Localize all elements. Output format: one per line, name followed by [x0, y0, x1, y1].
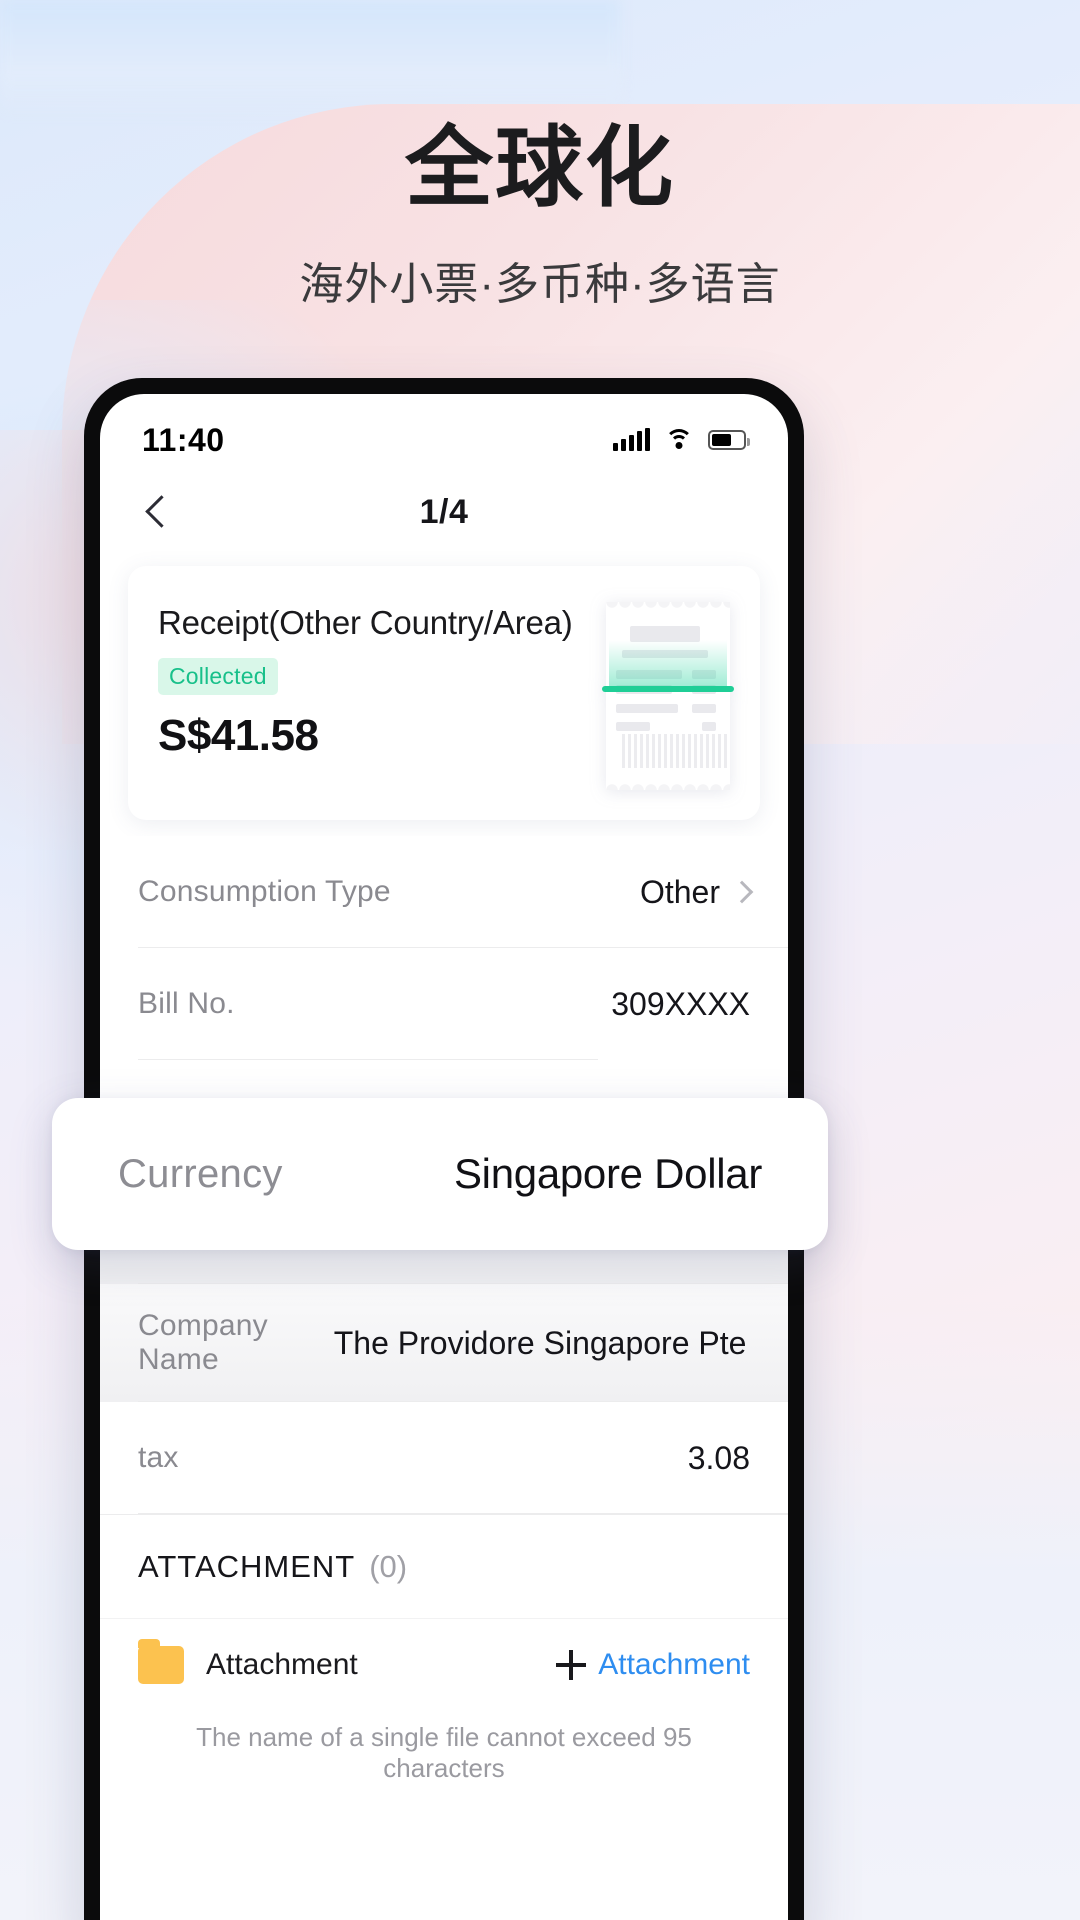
wifi-icon: [664, 429, 694, 451]
detail-value-wrap: 309XXXX: [611, 986, 750, 1023]
status-bar-icons: [613, 428, 750, 451]
attachment-row[interactable]: Attachment Attachment: [100, 1618, 788, 1710]
detail-value: Other: [639, 873, 720, 910]
receipt-bottom-edge: [606, 781, 730, 790]
receipt-summary-text: Receipt(Other Country/Area) Collected S$…: [158, 600, 606, 761]
hero-title: 全球化: [404, 118, 675, 217]
receipt-paper: [606, 602, 730, 790]
detail-label: Bill No.: [138, 987, 235, 1020]
attachment-section-header: ATTACHMENT (0): [100, 1514, 788, 1618]
detail-row-bill-no[interactable]: Bill No. 309XXXX: [100, 948, 788, 1060]
detail-value: 3.08: [687, 1439, 750, 1476]
attachment-row-label: Attachment: [206, 1647, 358, 1681]
chevron-right-icon: [730, 880, 754, 904]
scan-glow: [609, 640, 727, 688]
attachment-hint: The name of a single file cannot exceed …: [196, 1722, 692, 1783]
receipt-scan-thumbnail[interactable]: [602, 602, 734, 790]
navigation-bar: 1/4: [100, 468, 788, 556]
currency-overlay-card[interactable]: Currency Singapore Dollar: [52, 1098, 828, 1250]
attachment-count: (0): [369, 1548, 408, 1584]
barcode-icon: [622, 734, 727, 768]
detail-label: Consumption Type: [138, 875, 391, 908]
hero-subtitle: 海外小票·多币种·多语言: [299, 260, 781, 310]
currency-value: Singapore Dollar: [453, 1150, 762, 1197]
status-badge: Collected: [158, 658, 278, 695]
cellular-signal-icon: [613, 428, 650, 451]
hero-section: 全球化 海外小票·多币种·多语言: [0, 0, 1080, 312]
receipt-amount: S$41.58: [158, 711, 319, 760]
receipt-card-container: Receipt(Other Country/Area) Collected S$…: [100, 556, 788, 820]
detail-value: 309XXXX: [611, 985, 750, 1022]
detail-value-wrap: 3.08: [688, 1440, 750, 1477]
plus-icon: [556, 1649, 587, 1680]
detail-row-tax[interactable]: tax 3.08: [100, 1402, 788, 1514]
currency-label: Currency: [118, 1151, 283, 1196]
detail-value: The Providore Singapore Pte Ltd: [333, 1324, 750, 1361]
detail-label: Company Name: [138, 1309, 268, 1376]
attachment-section-title: ATTACHMENT: [138, 1548, 356, 1584]
detail-row-company-name[interactable]: Company Name The Providore Singapore Pte…: [100, 1284, 788, 1402]
folder-icon: [138, 1638, 184, 1684]
receipt-title: Receipt(Other Country/Area): [158, 604, 573, 641]
detail-value-wrap: The Providore Singapore Pte Ltd: [334, 1325, 750, 1362]
scan-line-icon: [602, 686, 734, 692]
detail-value-wrap: Other: [639, 873, 754, 911]
add-attachment-button[interactable]: Attachment: [556, 1648, 750, 1682]
attachment-row-left: Attachment: [138, 1638, 358, 1684]
receipt-top-edge: [606, 602, 730, 611]
status-bar: 11:40: [100, 394, 788, 468]
add-attachment-label: Attachment: [598, 1647, 750, 1681]
detail-row-consumption-type[interactable]: Consumption Type Other: [100, 836, 788, 948]
page-title: 1/4: [419, 492, 469, 531]
status-bar-time: 11:40: [142, 421, 225, 458]
detail-label: tax: [138, 1441, 179, 1474]
battery-icon: [708, 430, 750, 450]
receipt-summary-card[interactable]: Receipt(Other Country/Area) Collected S$…: [128, 566, 760, 820]
